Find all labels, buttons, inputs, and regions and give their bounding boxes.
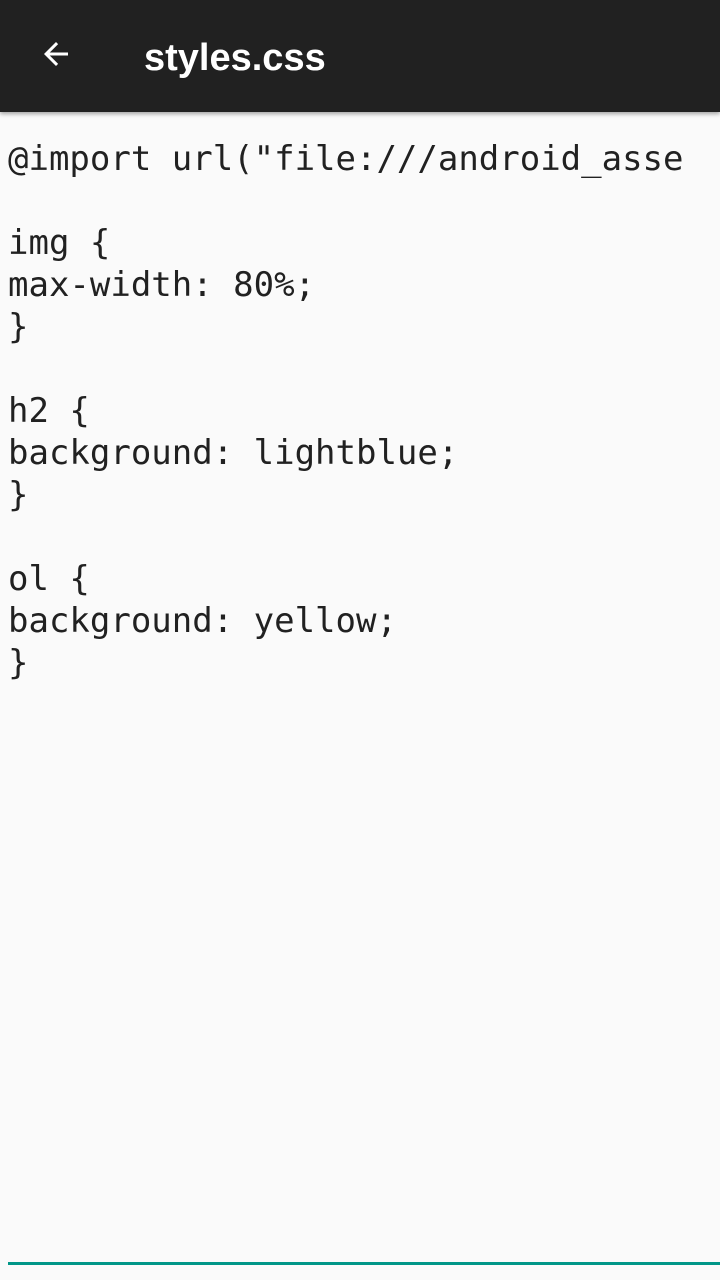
code-text[interactable]: @import url("file:///android_asse img { … [0,112,720,684]
toolbar: styles.css [0,0,720,112]
code-line: @import url("file:///android_asse [8,139,684,179]
back-button[interactable] [24,24,88,88]
editor-underline [8,1262,720,1265]
code-line: } [8,475,29,515]
code-line: h2 { [8,391,90,431]
code-line: max-width: 80%; [8,265,316,305]
page-title: styles.css [144,37,326,79]
code-line: img { [8,223,111,263]
code-editor[interactable]: @import url("file:///android_asse img { … [0,112,720,1262]
app-screen: styles.css @import url("file:///android_… [0,0,720,1280]
code-line: ol { [8,559,90,599]
code-line: } [8,643,29,683]
arrow-left-icon [38,36,74,77]
code-line: background: lightblue; [8,433,459,473]
code-line: background: yellow; [8,601,397,641]
code-line: } [8,307,29,347]
